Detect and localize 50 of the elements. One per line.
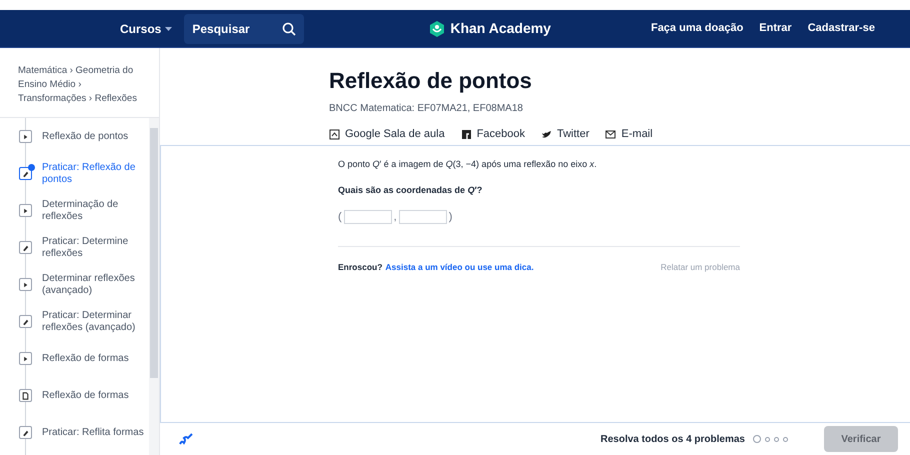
progress-text: Resolva todos os 4 problemas bbox=[600, 432, 745, 446]
question-text: Quais são as coordenadas de Q′? bbox=[338, 184, 484, 197]
parenthesis: ) bbox=[448, 210, 452, 225]
share-link[interactable]: Twitter bbox=[541, 126, 590, 142]
sidebar-item[interactable]: Determinação de reflexões bbox=[0, 192, 149, 229]
sidebar-item[interactable]: Reflexão de formas bbox=[0, 340, 149, 377]
play-icon bbox=[19, 278, 32, 291]
bird-icon bbox=[541, 128, 552, 140]
sidebar-item[interactable]: Determinar reflexões (avançado) bbox=[0, 266, 149, 303]
x-coordinate-field[interactable] bbox=[344, 210, 392, 224]
facebook-icon bbox=[460, 128, 472, 140]
share-link[interactable]: Google Sala de aula bbox=[329, 126, 445, 142]
nav-link[interactable]: Cadastrar-se bbox=[808, 20, 875, 37]
scratchpad-icon[interactable] bbox=[178, 432, 194, 446]
parenthesis: ( bbox=[338, 210, 342, 225]
caret-icon bbox=[165, 26, 172, 30]
pencil-icon bbox=[19, 426, 32, 439]
stuck-label: Enroscou? bbox=[338, 260, 382, 274]
courses-menu[interactable]: Cursos bbox=[120, 20, 172, 38]
document-icon bbox=[19, 389, 32, 402]
envelope-icon bbox=[605, 128, 616, 140]
sidebar-item[interactable]: Praticar: Reflita formas bbox=[0, 414, 149, 451]
scrollbar[interactable] bbox=[149, 118, 159, 455]
standards-text: BNCC Matematica: EF07MA21, EF08MA18 bbox=[329, 102, 524, 116]
search-icon bbox=[282, 22, 296, 36]
classroom-icon bbox=[329, 128, 340, 140]
logo-icon bbox=[428, 20, 446, 38]
hint-link[interactable]: Assista a um vídeo ou use uma dica. bbox=[385, 260, 534, 274]
y-coordinate-field[interactable] bbox=[398, 210, 447, 224]
play-icon bbox=[19, 130, 32, 143]
problem-statement: O ponto Q′ é a imagem de Q(3, −4) após uma reflexão no eixo x. bbox=[338, 158, 598, 171]
search-field[interactable]: Pesquisar bbox=[184, 14, 304, 44]
sidebar-item[interactable]: Reflexão de formas bbox=[0, 377, 149, 414]
sidebar-item[interactable]: Praticar: Determine reflexões bbox=[0, 229, 149, 266]
sidebar-item[interactable]: Reflexão de pontos bbox=[0, 118, 149, 155]
play-icon bbox=[19, 352, 32, 365]
pencil-icon bbox=[19, 241, 32, 254]
sidebar-item[interactable]: Praticar: Reflexão de pontos bbox=[0, 155, 149, 192]
page-title: Reflexão de pontos bbox=[329, 67, 533, 95]
share-link[interactable]: E-mail bbox=[605, 126, 653, 142]
logo-text[interactable]: Khan Academy bbox=[450, 18, 551, 39]
pencil-icon bbox=[19, 315, 32, 328]
share-link[interactable]: Facebook bbox=[460, 126, 525, 142]
nav-link[interactable]: Faça uma doação bbox=[650, 20, 744, 37]
sidebar-item[interactable]: Praticar: Determinar reflexões (avançado) bbox=[0, 303, 149, 340]
breadcrumb[interactable]: Matemática › Geometria do Ensino Médio › Transformações › Reflexões bbox=[0, 48, 159, 118]
pencil-icon bbox=[19, 167, 32, 180]
comma: , bbox=[394, 210, 397, 225]
nav-link[interactable]: Entrar bbox=[759, 20, 792, 37]
play-icon bbox=[19, 204, 32, 217]
